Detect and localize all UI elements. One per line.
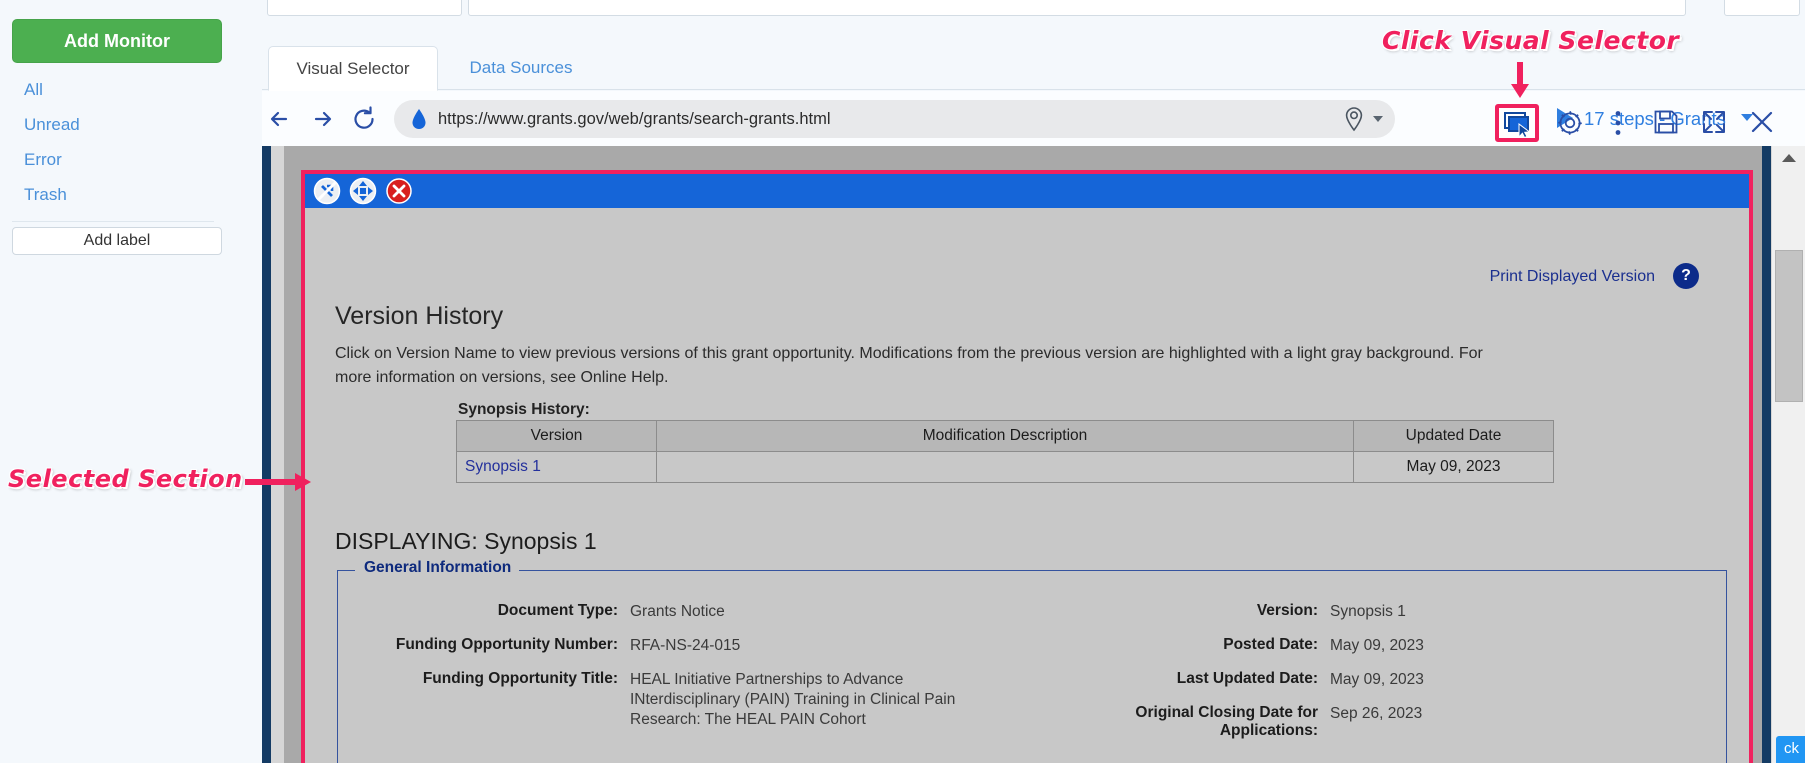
chevron-down-icon[interactable] — [1373, 116, 1383, 122]
field-posted-date: Posted Date: May 09, 2023 — [1038, 636, 1598, 656]
cell-modification — [657, 452, 1354, 483]
fieldset-legend: General Information — [356, 559, 519, 577]
selected-section[interactable]: Print Displayed Version ? Version Histor… — [301, 170, 1753, 763]
arrow-left-icon[interactable] — [264, 103, 296, 135]
page-right-border — [1762, 146, 1771, 763]
field-funding-opportunity-title: Funding Opportunity Title: HEAL Initiati… — [338, 670, 958, 690]
field-value: Sep 26, 2023 — [1330, 704, 1598, 724]
water-drop-icon — [408, 107, 430, 131]
displaying-heading: DISPLAYING: Synopsis 1 — [335, 528, 597, 555]
field-last-updated-date: Last Updated Date: May 09, 2023 — [1038, 670, 1598, 690]
grants-page-content: Print Displayed Version ? Version Histor… — [313, 208, 1741, 763]
column-header-updated: Updated Date — [1354, 421, 1554, 452]
page-intro-text: Click on Version Name to view previous v… — [335, 342, 1515, 390]
field-value: Synopsis 1 — [1330, 602, 1598, 622]
sidebar-divider — [12, 221, 214, 222]
field-value: May 09, 2023 — [1330, 636, 1598, 656]
add-monitor-button[interactable]: Add Monitor — [12, 19, 222, 63]
top-field-right[interactable] — [1724, 0, 1800, 16]
close-x-icon[interactable] — [1744, 104, 1780, 142]
bottom-right-chip[interactable]: ck — [1776, 736, 1805, 763]
sidebar-nav: All Unread Error Trash — [12, 81, 250, 204]
field-document-type: Document Type: Grants Notice — [338, 602, 958, 622]
kebab-menu-icon[interactable] — [1600, 104, 1636, 142]
annotation-selected-section: Selected Section — [8, 465, 243, 493]
page-left-gutter — [271, 146, 284, 763]
synopsis-version-link[interactable]: Synopsis 1 — [465, 458, 541, 475]
fieldset-border-left — [337, 570, 355, 571]
arrow-right-icon[interactable] — [306, 103, 338, 135]
page-title: Version History — [335, 302, 503, 331]
selection-content: Print Displayed Version ? Version Histor… — [305, 208, 1749, 763]
field-value: HEAL Initiative Partnerships to Advance … — [630, 670, 958, 730]
help-icon[interactable]: ? — [1673, 263, 1699, 289]
tab-visual-selector[interactable]: Visual Selector — [268, 46, 438, 91]
shrink-selection-icon[interactable] — [313, 177, 341, 205]
sidebar: Add Monitor All Unread Error Trash Add l… — [0, 0, 262, 763]
sidebar-item-trash[interactable]: Trash — [24, 186, 250, 204]
sidebar-item-all[interactable]: All — [24, 81, 250, 99]
field-label: Funding Opportunity Title: — [338, 670, 618, 688]
annotation-click-visual-selector: Click Visual Selector — [1382, 26, 1679, 55]
field-label: Document Type: — [338, 602, 618, 620]
vertical-scrollbar[interactable] — [1771, 146, 1805, 763]
fieldset-border-right — [498, 570, 1727, 571]
cell-version: Synopsis 1 — [457, 452, 657, 483]
gear-icon[interactable] — [1552, 104, 1588, 142]
field-value: Grants Notice — [630, 602, 958, 622]
general-information-fieldset: General Information Document Type: Grant… — [337, 570, 1727, 763]
table-row: Synopsis 1 May 09, 2023 — [457, 452, 1554, 483]
annotation-arrow-right — [245, 473, 313, 491]
expand-selection-icon[interactable] — [349, 177, 377, 205]
address-bar-actions — [1343, 106, 1383, 132]
field-label: Last Updated Date: — [1038, 670, 1318, 688]
general-info-left-column: Document Type: Grants Notice Funding Opp… — [338, 602, 958, 704]
address-bar-text[interactable]: https://www.grants.gov/web/grants/search… — [438, 100, 1305, 138]
page-viewport: Print Displayed Version ? Version Histor… — [262, 146, 1805, 763]
address-bar[interactable]: https://www.grants.gov/web/grants/search… — [394, 100, 1395, 138]
field-label: Funding Opportunity Number: — [338, 636, 618, 654]
general-info-right-column: Version: Synopsis 1 Posted Date: May 09,… — [1038, 602, 1598, 738]
reload-icon[interactable] — [348, 103, 380, 135]
column-header-version: Version — [457, 421, 657, 452]
page-left-border — [262, 146, 271, 763]
field-value: RFA-NS-24-015 — [630, 636, 958, 656]
print-displayed-version-link[interactable]: Print Displayed Version — [1490, 268, 1655, 286]
cell-updated: May 09, 2023 — [1354, 452, 1554, 483]
app-root: Add Monitor All Unread Error Trash Add l… — [0, 0, 1805, 763]
scroll-up-arrow-icon[interactable] — [1782, 154, 1796, 162]
visual-selector-icon[interactable] — [1495, 104, 1539, 142]
top-field-middle[interactable] — [468, 0, 1686, 16]
field-label: Version: — [1038, 602, 1318, 620]
table-header-row: Version Modification Description Updated… — [457, 421, 1554, 452]
synopsis-history-label: Synopsis History: — [458, 401, 590, 419]
field-label: Posted Date: — [1038, 636, 1318, 654]
field-label: Original Closing Date for Applications: — [1038, 704, 1318, 740]
tab-data-sources[interactable]: Data Sources — [446, 46, 596, 91]
floppy-save-icon[interactable] — [1648, 104, 1684, 142]
scrollbar-thumb[interactable] — [1775, 250, 1803, 402]
location-pin-icon[interactable] — [1343, 106, 1365, 132]
field-funding-opportunity-number: Funding Opportunity Number: RFA-NS-24-01… — [338, 636, 958, 656]
sidebar-item-unread[interactable]: Unread — [24, 116, 250, 134]
sidebar-item-error[interactable]: Error — [24, 151, 250, 169]
column-header-modification: Modification Description — [657, 421, 1354, 452]
selection-toolbar — [305, 174, 1749, 208]
field-value: May 09, 2023 — [1330, 670, 1598, 690]
field-version: Version: Synopsis 1 — [1038, 602, 1598, 622]
add-label-button[interactable]: Add label — [12, 227, 222, 255]
synopsis-history-table: Version Modification Description Updated… — [456, 420, 1554, 483]
top-field-left[interactable] — [267, 0, 462, 16]
expand-fullscreen-icon[interactable] — [1696, 104, 1732, 142]
field-original-closing-date: Original Closing Date for Applications: … — [1038, 704, 1598, 724]
close-selection-icon[interactable] — [385, 177, 413, 205]
